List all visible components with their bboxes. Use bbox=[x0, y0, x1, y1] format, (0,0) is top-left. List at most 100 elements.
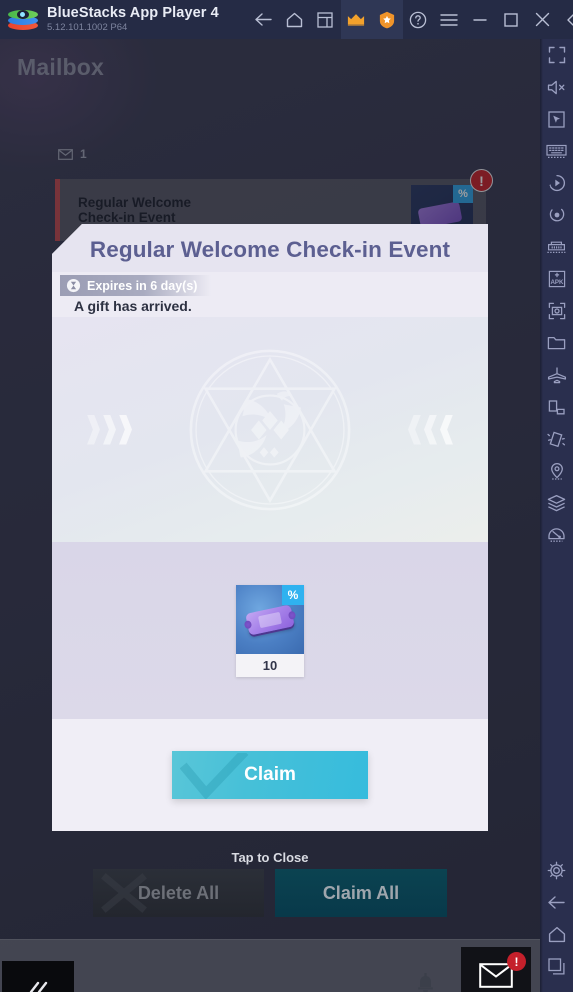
rotate-button[interactable] bbox=[540, 391, 573, 423]
home-button[interactable] bbox=[279, 0, 310, 39]
recents-nav-button[interactable] bbox=[540, 950, 573, 982]
claim-all-label: Claim All bbox=[322, 882, 400, 903]
android-screen[interactable]: Mailbox 1 Regular Welcome Check-in Event… bbox=[0, 39, 540, 992]
crown-icon bbox=[348, 14, 365, 26]
collapse-sidebar-button[interactable] bbox=[558, 0, 573, 39]
bluestacks-window: BlueStacks App Player 4 5.12.101.1002 P6… bbox=[0, 0, 573, 992]
eco-mode-button[interactable] bbox=[540, 359, 573, 391]
delete-all-button[interactable]: Delete All bbox=[93, 869, 264, 917]
bell-icon bbox=[417, 973, 433, 992]
airplane-icon bbox=[547, 367, 566, 384]
windows-icon bbox=[317, 11, 333, 28]
home-icon bbox=[286, 12, 303, 27]
popup-info-bar: Expires in 6 day(s) A gift has arrived. bbox=[52, 272, 488, 317]
chevron-double-left-icon bbox=[29, 981, 48, 992]
app-title-block: BlueStacks App Player 4 5.12.101.1002 P6… bbox=[47, 5, 219, 34]
tap-to-close-hint[interactable]: Tap to Close bbox=[0, 850, 540, 865]
gamepad-button[interactable] bbox=[540, 519, 573, 551]
mute-button[interactable] bbox=[540, 71, 573, 103]
gear-icon bbox=[547, 861, 566, 879]
cursor-lock-button[interactable] bbox=[540, 103, 573, 135]
claim-button[interactable]: Claim bbox=[172, 751, 368, 799]
apk-install-icon: APK bbox=[548, 270, 565, 288]
title-bar: BlueStacks App Player 4 5.12.101.1002 P6… bbox=[0, 0, 573, 39]
multi-instance-button[interactable] bbox=[310, 0, 341, 39]
question-circle-icon bbox=[410, 11, 427, 28]
install-apk-button[interactable]: APK bbox=[540, 263, 573, 295]
macro-recorder-button[interactable] bbox=[540, 167, 573, 199]
settings-button[interactable] bbox=[540, 854, 573, 886]
close-button[interactable] bbox=[527, 0, 558, 39]
reward-item[interactable]: % 10 bbox=[236, 584, 304, 677]
bluestacks-logo-icon bbox=[8, 7, 38, 33]
folder-icon bbox=[547, 336, 566, 350]
keyboard-icon bbox=[546, 144, 567, 158]
record-dot-icon bbox=[549, 208, 564, 222]
purple-coupon-ticket-icon bbox=[245, 603, 295, 636]
badge-star-icon bbox=[380, 11, 395, 28]
home-icon bbox=[548, 926, 565, 942]
title-bar-controls bbox=[248, 0, 573, 39]
rotate-screen-icon bbox=[548, 399, 565, 414]
screenshot-button[interactable] bbox=[540, 295, 573, 327]
chevron-left-decor bbox=[87, 414, 132, 445]
back-button[interactable] bbox=[248, 0, 279, 39]
help-button[interactable] bbox=[403, 0, 434, 39]
recent-apps-icon bbox=[548, 957, 565, 975]
claim-all-button[interactable]: Claim All bbox=[275, 869, 447, 917]
expiry-badge: Expires in 6 day(s) bbox=[60, 275, 212, 296]
location-pin-icon bbox=[550, 462, 563, 480]
layers-icon bbox=[547, 494, 566, 512]
location-button[interactable] bbox=[540, 455, 573, 487]
popup-title: Regular Welcome Check-in Event bbox=[89, 236, 451, 262]
instance-manager-icon bbox=[547, 241, 566, 253]
fullscreen-button[interactable] bbox=[540, 39, 573, 71]
svg-text:APK: APK bbox=[550, 279, 564, 286]
cursor-box-icon bbox=[548, 110, 565, 128]
arrow-left-icon bbox=[548, 895, 565, 909]
notices-tab[interactable]: Notices bbox=[396, 964, 454, 992]
premium-button[interactable] bbox=[340, 0, 372, 39]
speaker-mute-icon bbox=[547, 80, 565, 94]
play-record-icon bbox=[549, 174, 565, 191]
hamburger-icon bbox=[440, 13, 459, 26]
ornamental-crest-icon bbox=[189, 349, 351, 510]
reward-popup-dialog: Regular Welcome Check-in Event Expires i… bbox=[52, 224, 488, 831]
game-back-button[interactable] bbox=[2, 961, 74, 992]
game-bottom-bar bbox=[0, 939, 540, 992]
mailbox-action-row: Delete All Claim All bbox=[0, 869, 540, 919]
reward-percent-badge: % bbox=[282, 584, 304, 605]
fullscreen-icon bbox=[548, 46, 565, 64]
maximize-icon bbox=[504, 12, 519, 27]
popup-footer: Claim bbox=[52, 719, 488, 831]
popup-header: Regular Welcome Check-in Event bbox=[52, 224, 488, 272]
gamepad-icon bbox=[548, 528, 565, 542]
rewards-button[interactable] bbox=[371, 0, 403, 39]
hourglass-icon bbox=[66, 278, 81, 293]
home-nav-button[interactable] bbox=[540, 918, 573, 950]
minimize-button[interactable] bbox=[465, 0, 496, 39]
layers-button[interactable] bbox=[540, 487, 573, 519]
reward-item-image: % bbox=[236, 584, 304, 654]
shake-icon bbox=[547, 431, 566, 447]
arrow-left-icon bbox=[255, 13, 272, 26]
back-nav-button[interactable] bbox=[540, 886, 573, 918]
bottom-bar-divider bbox=[0, 939, 540, 940]
screenshot-icon bbox=[548, 302, 565, 320]
normal-mail-tab[interactable]: Normal ! bbox=[461, 947, 531, 992]
delete-all-label: Delete All bbox=[137, 882, 220, 903]
game-controls-button[interactable] bbox=[540, 135, 573, 167]
script-button[interactable] bbox=[540, 199, 573, 231]
app-version: 5.12.101.1002 P64 bbox=[47, 22, 128, 33]
menu-button[interactable] bbox=[434, 0, 465, 39]
reward-quantity: 10 bbox=[262, 657, 278, 673]
x-mark-icon bbox=[101, 873, 147, 913]
multi-instance-manager-button[interactable] bbox=[540, 231, 573, 263]
bluestacks-sidebar: APK bbox=[540, 39, 573, 992]
checkmark-icon bbox=[180, 753, 249, 799]
maximize-button[interactable] bbox=[496, 0, 527, 39]
reward-item-list: % 10 bbox=[52, 542, 488, 719]
popup-artwork bbox=[52, 317, 488, 542]
media-manager-button[interactable] bbox=[540, 327, 573, 359]
shake-button[interactable] bbox=[540, 423, 573, 455]
